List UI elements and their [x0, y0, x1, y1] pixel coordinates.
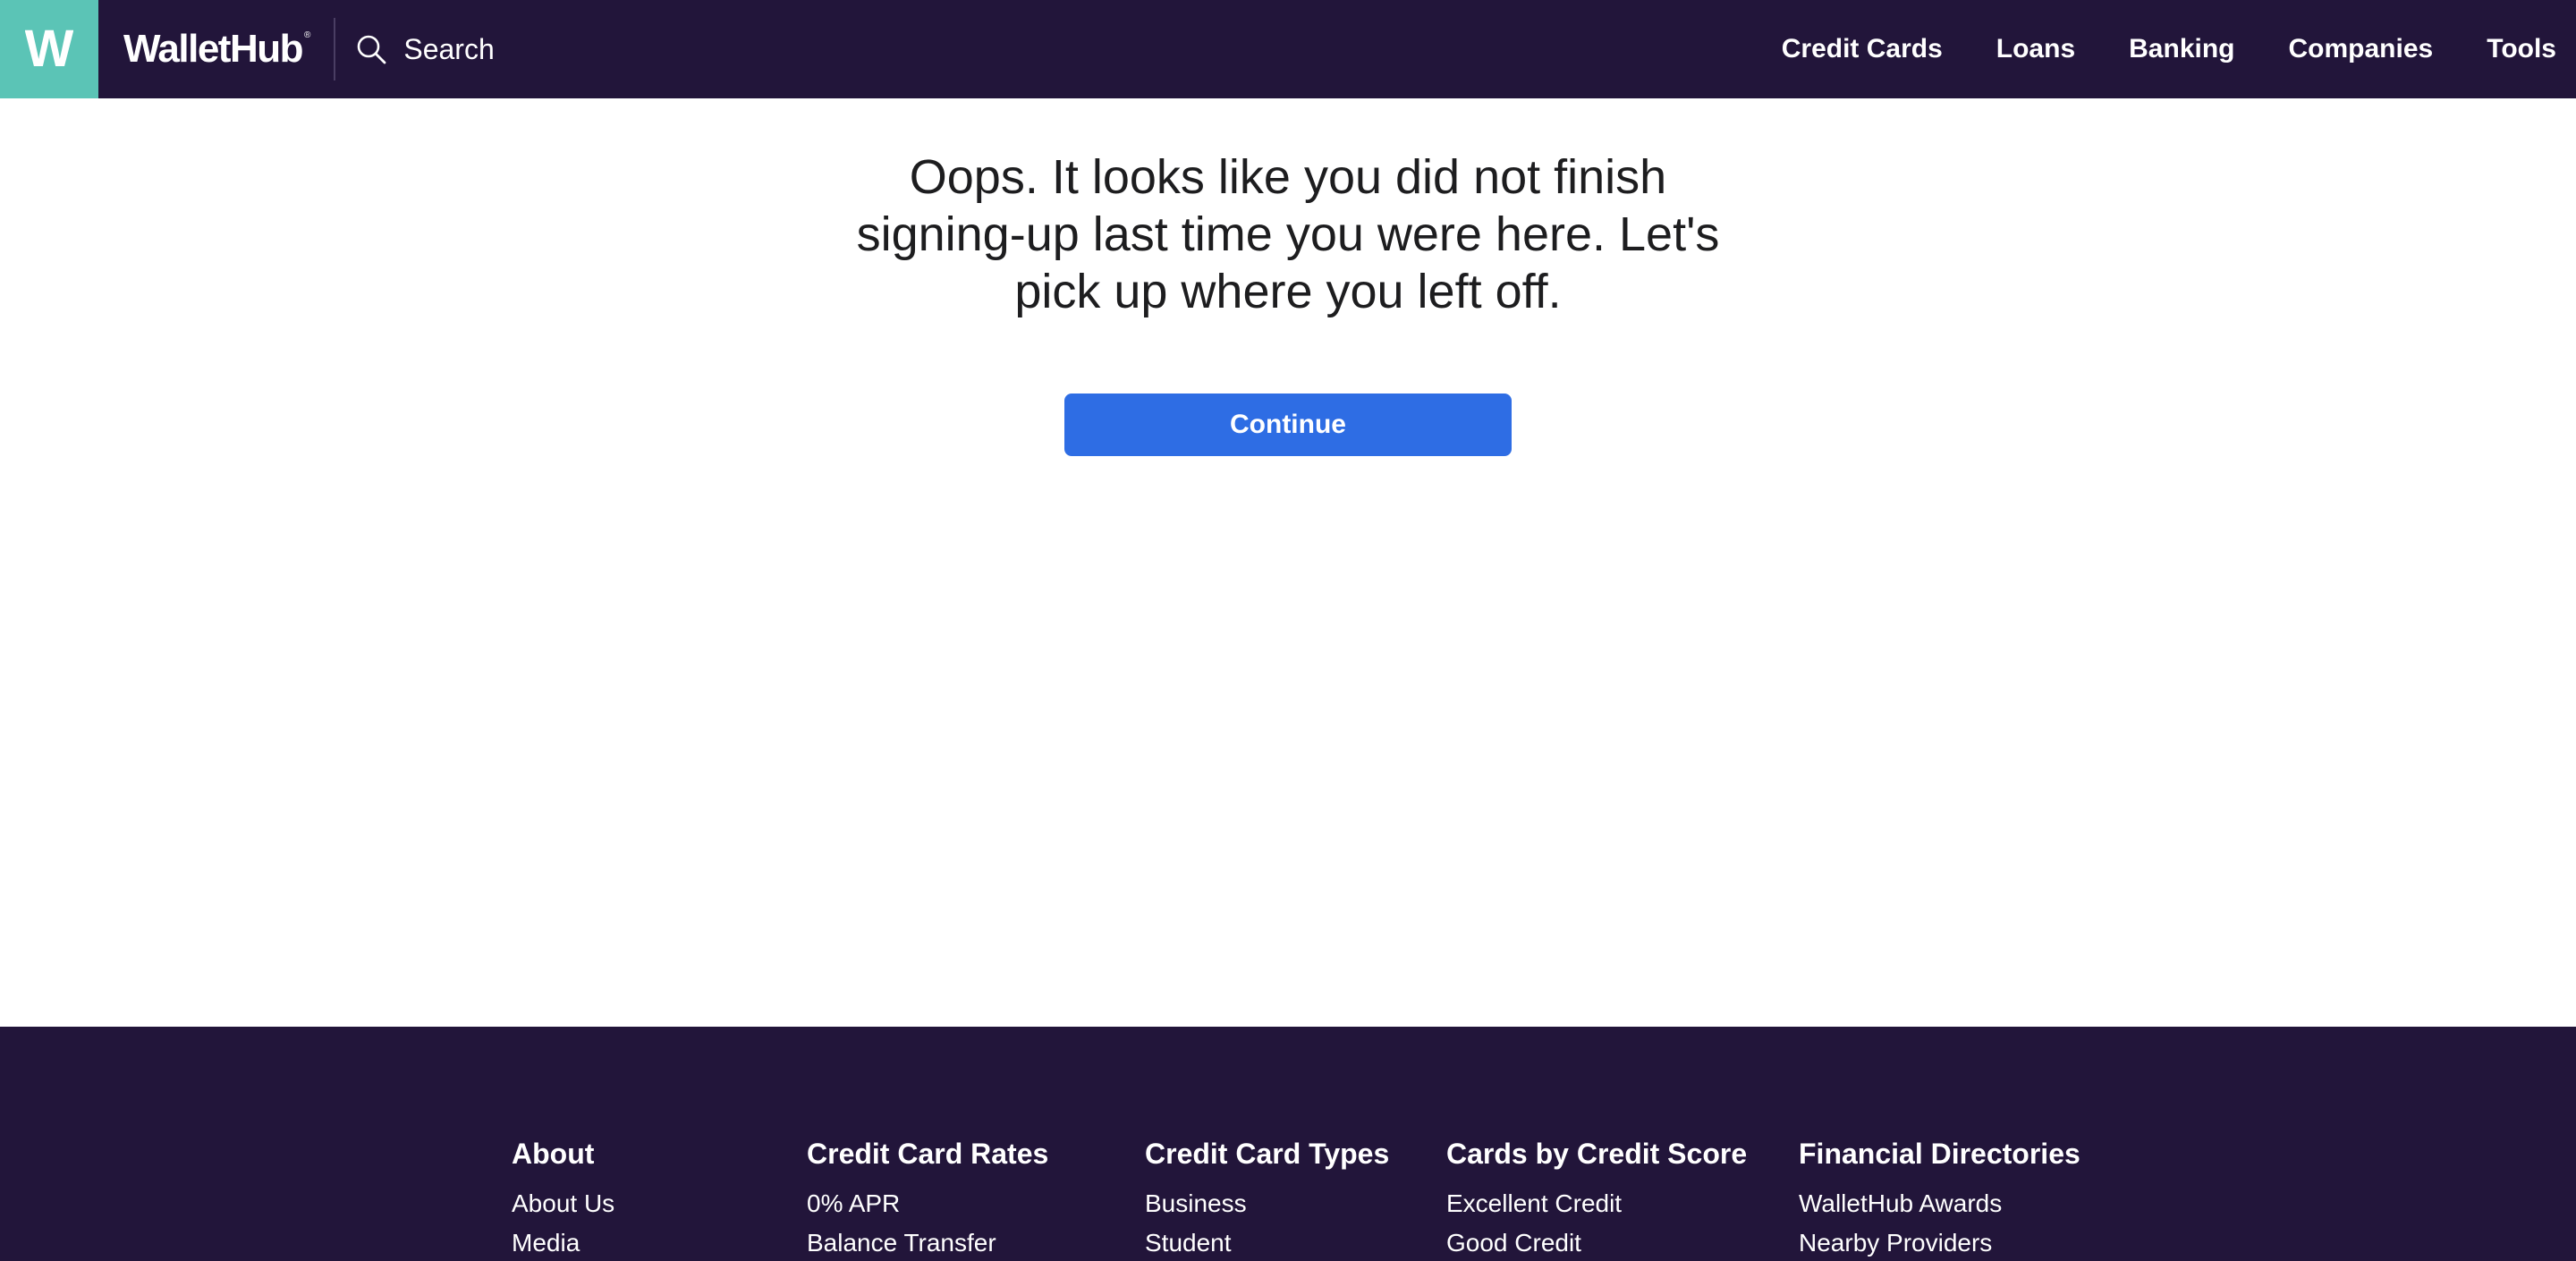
footer-heading: Credit Card Rates [807, 1138, 1049, 1170]
footer-link-about-us[interactable]: About Us [512, 1184, 614, 1223]
footer-column-credit-card-types: Credit Card Types Business Student [1145, 1136, 1389, 1261]
nav-companies[interactable]: Companies [2289, 34, 2434, 64]
wallethub-wordmark[interactable]: WalletHub ® [123, 30, 310, 69]
main-nav: Credit Cards Loans Banking Companies Too… [1782, 0, 2576, 98]
registered-mark: ® [303, 30, 311, 40]
footer-column-about: About About Us Media [512, 1136, 614, 1261]
wallethub-w-logo-icon: W [25, 26, 73, 72]
footer-link-good-credit[interactable]: Good Credit [1446, 1223, 1747, 1261]
header-divider [334, 18, 336, 80]
main-content: Oops. It looks like you did not finish s… [0, 98, 2576, 1027]
search-field[interactable]: Search [355, 18, 495, 80]
nav-loans[interactable]: Loans [1996, 34, 2075, 64]
footer-heading: Cards by Credit Score [1446, 1138, 1748, 1170]
footer-column-cards-by-credit-score: Cards by Credit Score Excellent Credit G… [1446, 1136, 1747, 1261]
search-icon [358, 35, 386, 64]
footer-link-balance-transfer[interactable]: Balance Transfer [807, 1223, 1048, 1261]
footer-link-student[interactable]: Student [1145, 1223, 1389, 1261]
footer-link-wallethub-awards[interactable]: WalletHub Awards [1799, 1184, 2080, 1223]
footer-link-media[interactable]: Media [512, 1223, 614, 1261]
brand-name: WalletHub [123, 27, 303, 71]
svg-text:W: W [25, 26, 73, 72]
footer-link-nearby-providers[interactable]: Nearby Providers [1799, 1223, 2080, 1261]
footer-heading: Credit Card Types [1145, 1138, 1390, 1170]
site-footer: About About Us Media Credit Card Rates 0… [0, 1027, 2576, 1261]
footer-column-credit-card-rates: Credit Card Rates 0% APR Balance Transfe… [807, 1136, 1048, 1261]
search-label: Search [403, 32, 495, 65]
nav-tools[interactable]: Tools [2487, 34, 2556, 64]
footer-link-business[interactable]: Business [1145, 1184, 1389, 1223]
footer-column-financial-directories: Financial Directories WalletHub Awards N… [1799, 1136, 2080, 1261]
wallethub-logo-tile[interactable]: W [0, 0, 98, 98]
footer-link-excellent-credit[interactable]: Excellent Credit [1446, 1184, 1747, 1223]
footer-heading: About [512, 1138, 595, 1170]
continue-button[interactable]: Continue [1064, 394, 1512, 456]
footer-heading: Financial Directories [1799, 1138, 2080, 1170]
resume-signup-message: Oops. It looks like you did not finish s… [856, 150, 1720, 318]
top-nav-bar: W WalletHub ® Search Credit Cards Loans … [0, 0, 2576, 98]
nav-banking[interactable]: Banking [2129, 34, 2234, 64]
footer-link-0-apr[interactable]: 0% APR [807, 1184, 1048, 1223]
nav-credit-cards[interactable]: Credit Cards [1782, 34, 1943, 64]
